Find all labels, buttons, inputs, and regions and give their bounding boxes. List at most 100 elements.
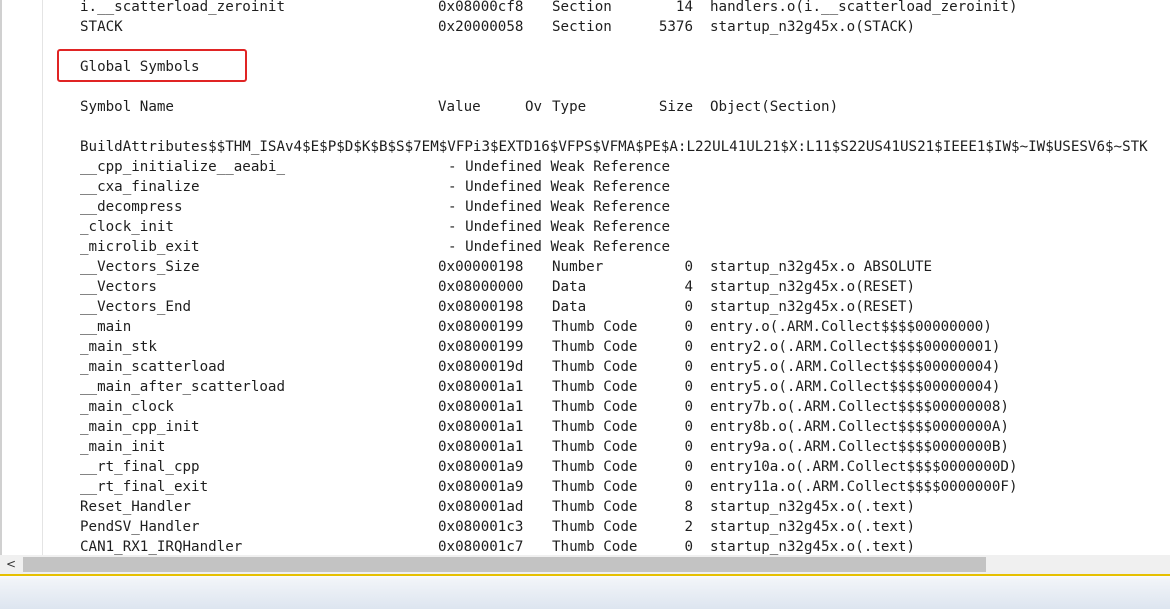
symbol-object: entry10a.o(.ARM.Collect$$$$0000000D) — [710, 459, 1018, 475]
editor-gutter — [2, 0, 43, 555]
symbol-value: 0x080001a1 — [438, 379, 524, 395]
header-size: Size — [658, 99, 693, 115]
symbol-name: __Vectors — [80, 279, 157, 295]
status-bar — [0, 576, 1170, 609]
symbol-name: _main_clock — [80, 399, 174, 415]
symbol-type: Thumb Code — [552, 519, 638, 535]
symbol-object: entry5.o(.ARM.Collect$$$$00000004) — [710, 359, 1001, 375]
symbol-type: Thumb Code — [552, 399, 638, 415]
undefined-weak-reference: - Undefined Weak Reference — [448, 179, 671, 195]
symbol-object: entry9a.o(.ARM.Collect$$$$0000000B) — [710, 439, 1009, 455]
symbol-type: Thumb Code — [552, 359, 638, 375]
symbol-size: 0 — [684, 259, 693, 275]
symbol-object: entry2.o(.ARM.Collect$$$$00000001) — [710, 339, 1001, 355]
symbol-object: startup_n32g45x.o(.text) — [710, 499, 915, 515]
header-symbol-name: Symbol Name — [80, 99, 174, 115]
symbol-value: 0x0800019d — [438, 359, 524, 375]
symbol-value: 0x20000058 — [438, 19, 524, 35]
symbol-size: 8 — [684, 499, 693, 515]
symbol-type: Number — [552, 259, 604, 275]
symbol-value: 0x08000000 — [438, 279, 524, 295]
symbol-name: __main — [80, 319, 132, 335]
symbol-name: _main_stk — [80, 339, 157, 355]
symbol-name: _main_cpp_init — [80, 419, 200, 435]
text-line: STACK 0x20000058 Section 5376 startup_n3… — [43, 17, 915, 37]
build-attributes-line: BuildAttributes$$THM_ISAv4$E$P$D$K$B$S$7… — [43, 137, 1148, 157]
horizontal-scrollbar[interactable]: < — [0, 555, 1170, 574]
symbol-type: Thumb Code — [552, 459, 638, 475]
symbol-size: 2 — [684, 519, 693, 535]
symbol-object: entry11a.o(.ARM.Collect$$$$0000000F) — [710, 479, 1018, 495]
symbol-size: 0 — [684, 439, 693, 455]
text-area[interactable]: i.__scatterload_zeroinit 0x08000cf8 Sect… — [43, 0, 1170, 555]
symbol-object: startup_n32g45x.o(RESET) — [710, 299, 915, 315]
symbol-value: 0x08000199 — [438, 319, 524, 335]
symbol-object: startup_n32g45x.o(.text) — [710, 539, 915, 555]
symbol-name: __cpp_initialize__aeabi_ — [80, 159, 285, 175]
symbol-name: _microlib_exit — [80, 239, 200, 255]
header-ov: Ov — [525, 99, 543, 115]
build-attributes: BuildAttributes$$THM_ISAv4$E$P$D$K$B$S$7… — [80, 139, 1148, 155]
symbol-size: 0 — [684, 379, 693, 395]
symbol-type: Thumb Code — [552, 479, 638, 495]
symbol-type: Section — [552, 0, 612, 15]
symbol-name: PendSV_Handler — [80, 519, 200, 535]
symbol-type: Thumb Code — [552, 379, 638, 395]
undefined-weak-reference: - Undefined Weak Reference — [448, 239, 671, 255]
symbol-value: 0x080001c7 — [438, 539, 524, 555]
symbol-type: Data — [552, 279, 587, 295]
symbol-type: Thumb Code — [552, 339, 638, 355]
symbol-object: startup_n32g45x.o ABSOLUTE — [710, 259, 933, 275]
text-line: i.__scatterload_zeroinit 0x08000cf8 Sect… — [43, 0, 1018, 17]
symbol-name: __rt_final_exit — [80, 479, 209, 495]
symbol-name: _main_scatterload — [80, 359, 226, 375]
symbol-name: Reset_Handler — [80, 499, 192, 515]
highlight-box — [57, 49, 247, 82]
symbol-object: entry8b.o(.ARM.Collect$$$$0000000A) — [710, 419, 1009, 435]
undefined-weak-reference: - Undefined Weak Reference — [448, 199, 671, 215]
symbol-size: 5376 — [658, 19, 693, 35]
symbol-name: __decompress — [80, 199, 183, 215]
symbol-type: Data — [552, 299, 587, 315]
symbol-object: entry.o(.ARM.Collect$$$$00000000) — [710, 319, 992, 335]
symbol-name: i.__scatterload_zeroinit — [80, 0, 285, 15]
symbol-value: 0x08000198 — [438, 299, 524, 315]
symbol-value: 0x080001a1 — [438, 419, 524, 435]
symbol-size: 0 — [684, 479, 693, 495]
symbol-value: 0x080001c3 — [438, 519, 524, 535]
symbol-name: STACK — [80, 19, 123, 35]
column-header-row: Symbol Name Value Ov Type Size Object(Se… — [43, 97, 838, 117]
map-file-editor[interactable]: i.__scatterload_zeroinit 0x08000cf8 Sect… — [0, 0, 1170, 555]
symbol-object: startup_n32g45x.o(STACK) — [710, 19, 915, 35]
symbol-size: 0 — [684, 459, 693, 475]
symbol-type: Thumb Code — [552, 439, 638, 455]
symbol-name: __main_after_scatterload — [80, 379, 285, 395]
symbol-name: _main_init — [80, 439, 166, 455]
symbol-value: 0x08000199 — [438, 339, 524, 355]
scroll-thumb[interactable] — [23, 557, 986, 572]
symbol-type: Thumb Code — [552, 419, 638, 435]
symbol-value: 0x00000198 — [438, 259, 524, 275]
symbol-name: __Vectors_Size — [80, 259, 200, 275]
scroll-left-arrow[interactable]: < — [0, 555, 22, 574]
symbol-size: 0 — [684, 359, 693, 375]
symbol-object: startup_n32g45x.o(RESET) — [710, 279, 915, 295]
header-value: Value — [438, 99, 481, 115]
symbol-size: 0 — [684, 539, 693, 555]
symbol-name: _clock_init — [80, 219, 174, 235]
symbol-name: __cxa_finalize — [80, 179, 200, 195]
symbol-name: __Vectors_End — [80, 299, 192, 315]
symbol-value: 0x080001a9 — [438, 479, 524, 495]
symbol-object: startup_n32g45x.o(.text) — [710, 519, 915, 535]
symbol-name: __rt_final_cpp — [80, 459, 200, 475]
symbol-value: 0x080001ad — [438, 499, 524, 515]
symbol-value: 0x080001a1 — [438, 439, 524, 455]
symbol-object: entry7b.o(.ARM.Collect$$$$00000008) — [710, 399, 1009, 415]
symbol-type: Thumb Code — [552, 319, 638, 335]
symbol-size: 0 — [684, 299, 693, 315]
symbol-value: 0x08000cf8 — [438, 0, 524, 15]
undefined-weak-reference: - Undefined Weak Reference — [448, 159, 671, 175]
symbol-value: 0x080001a1 — [438, 399, 524, 415]
undefined-weak-reference: - Undefined Weak Reference — [448, 219, 671, 235]
symbol-type: Thumb Code — [552, 499, 638, 515]
